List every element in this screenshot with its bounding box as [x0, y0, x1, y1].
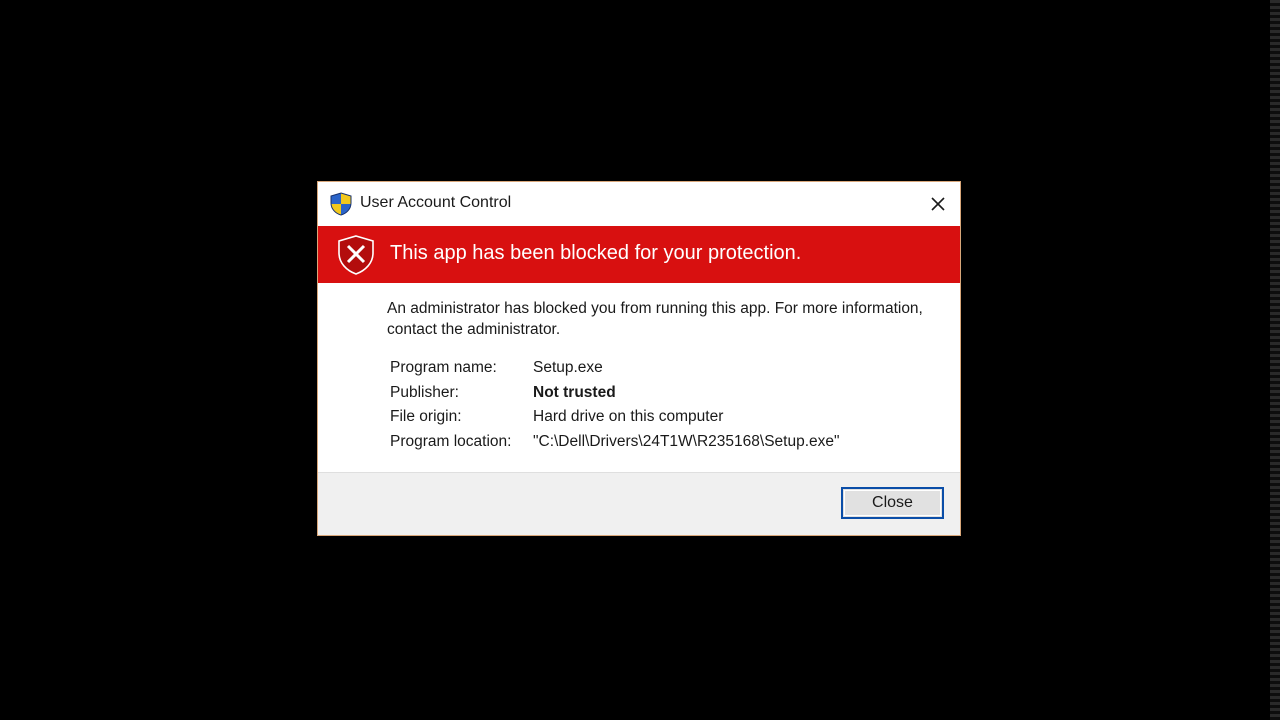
file-origin-value: Hard drive on this computer	[533, 408, 724, 426]
detail-row-program-location: Program location: "C:\Dell\Drivers\24T1W…	[390, 430, 840, 455]
uac-dialog: User Account Control This app has been b…	[317, 181, 961, 536]
detail-row-file-origin: File origin: Hard drive on this computer	[390, 405, 840, 430]
program-name-label: Program name:	[390, 359, 497, 377]
desktop-background: User Account Control This app has been b…	[0, 0, 1280, 720]
program-details: Program name: Setup.exe Publisher: Not t…	[390, 356, 840, 454]
file-origin-label: File origin:	[390, 408, 462, 426]
program-location-label: Program location:	[390, 432, 512, 450]
detail-row-publisher: Publisher: Not trusted	[390, 381, 840, 406]
banner-heading: This app has been blocked for your prote…	[390, 242, 802, 264]
admin-message: An administrator has blocked you from ru…	[387, 300, 923, 338]
side-strip	[1270, 0, 1280, 720]
dialog-footer: Close	[318, 472, 960, 535]
dialog-titlebar: User Account Control	[318, 182, 960, 226]
publisher-value: Not trusted	[533, 383, 616, 401]
blocked-shield-icon	[336, 234, 376, 276]
detail-row-program-name: Program name: Setup.exe	[390, 356, 840, 381]
close-icon[interactable]	[924, 190, 952, 218]
uac-shield-icon	[330, 192, 352, 216]
blocked-banner: This app has been blocked for your prote…	[318, 226, 960, 283]
dialog-title: User Account Control	[360, 194, 512, 211]
program-name-value: Setup.exe	[533, 359, 603, 377]
publisher-label: Publisher:	[390, 383, 459, 401]
close-button[interactable]: Close	[841, 487, 944, 519]
program-location-value: "C:\Dell\Drivers\24T1W\R235168\Setup.exe…	[533, 432, 840, 450]
